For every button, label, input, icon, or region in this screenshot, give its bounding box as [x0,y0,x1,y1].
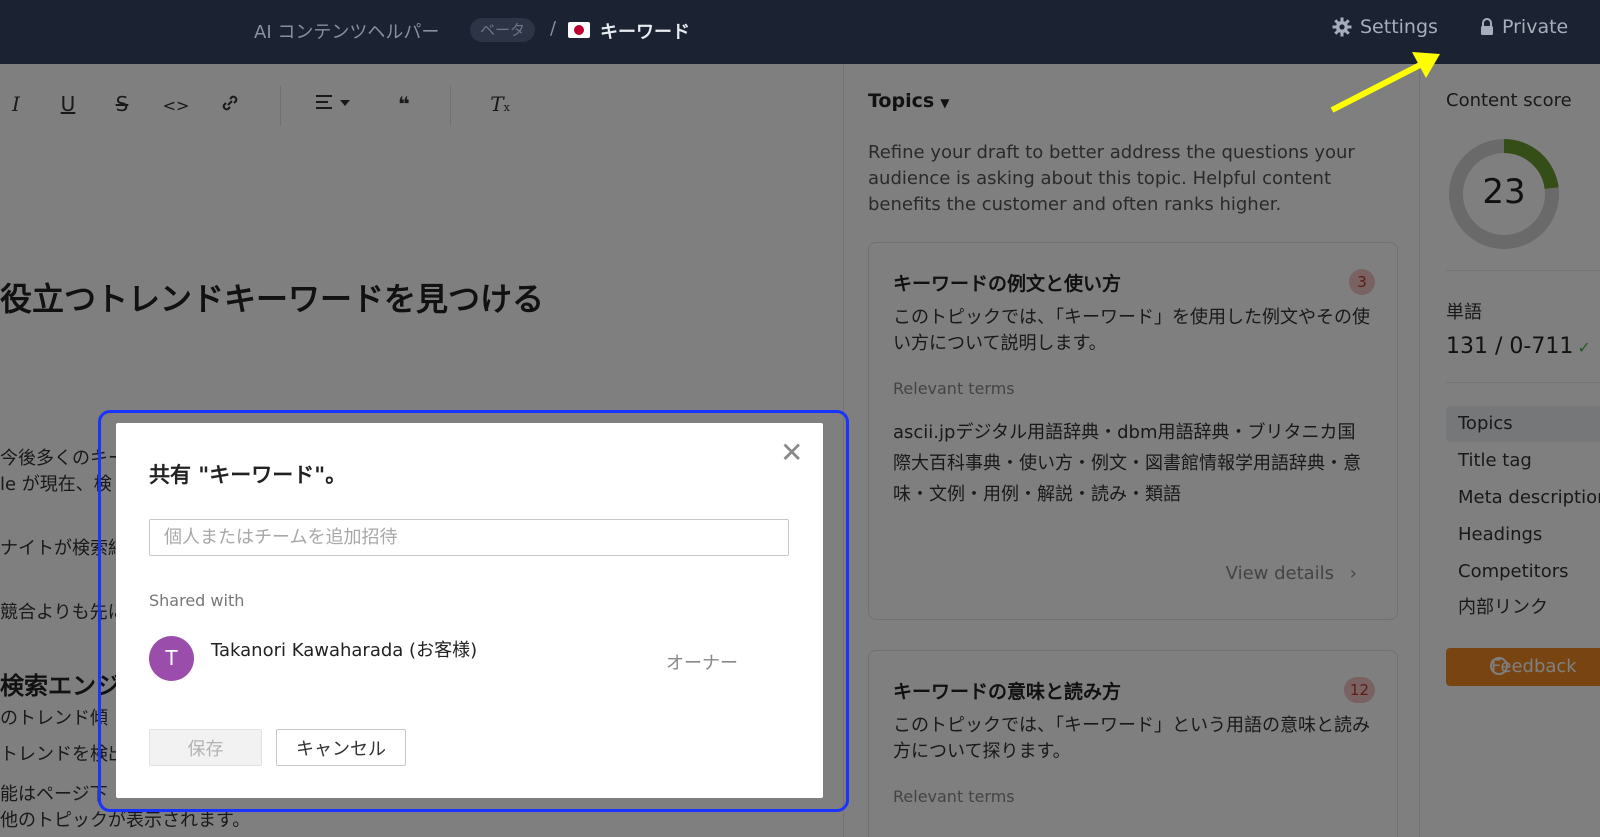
private-button[interactable]: Private [1480,16,1568,38]
breadcrumb-separator: / [550,18,557,39]
lock-icon [1481,18,1493,35]
annotation-highlight-box [98,410,849,812]
annotation-arrow-icon [1330,52,1440,113]
beta-badge: ベータ [470,18,536,42]
settings-label: Settings [1360,16,1438,38]
breadcrumb-app-name[interactable]: AI コンテンツヘルパー [254,18,439,44]
breadcrumb-doc-title: キーワード [600,22,690,43]
private-label: Private [1502,16,1569,38]
gear-icon [1332,17,1352,37]
japan-flag-icon [568,22,590,38]
settings-button[interactable]: Settings [1332,16,1438,38]
